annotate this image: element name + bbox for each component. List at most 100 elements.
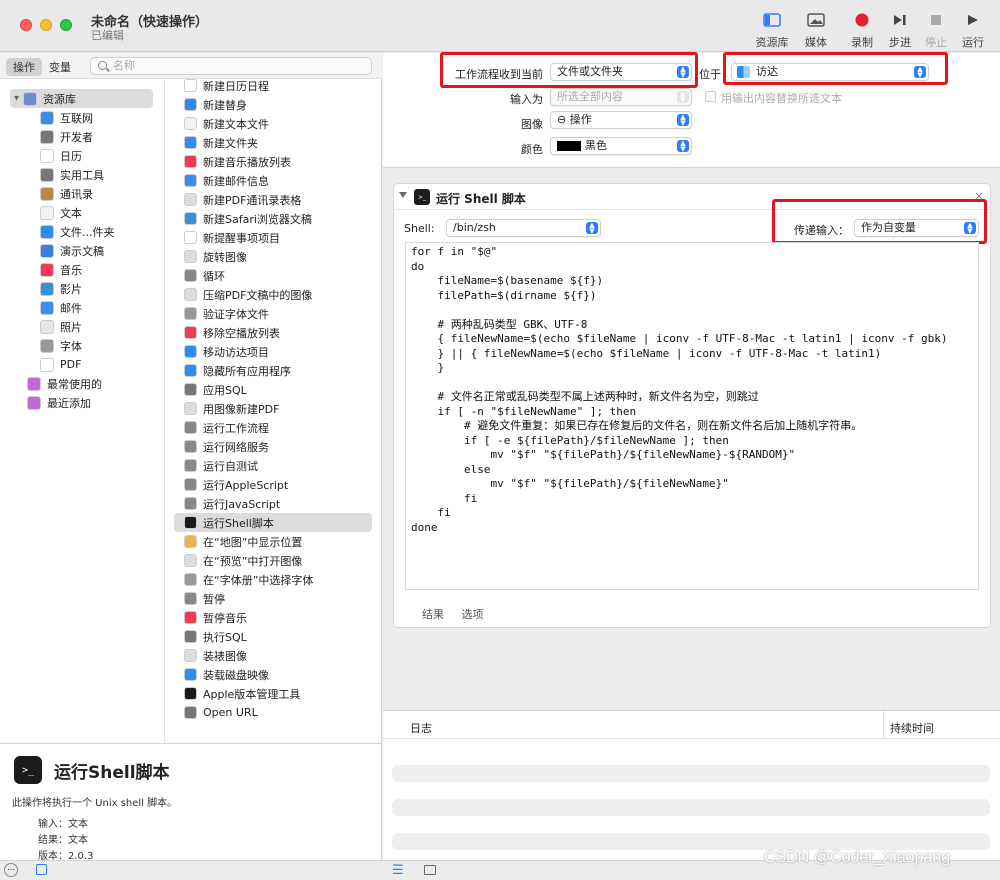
search-placeholder: 名称 xyxy=(113,59,135,72)
category-icon xyxy=(23,91,38,106)
action-icon xyxy=(184,193,197,206)
action-item[interactable]: 装载磁盘映像 xyxy=(174,665,372,684)
action-icon xyxy=(184,345,197,358)
image-select[interactable]: ⊖ 操作 ▲ ▼ xyxy=(550,111,692,129)
terminal-icon: >_ xyxy=(14,756,42,784)
minimize-button[interactable] xyxy=(40,19,52,31)
action-icon xyxy=(184,687,197,700)
log-column-header[interactable]: 日志 xyxy=(410,720,432,736)
action-item[interactable]: 旋转图像 xyxy=(174,247,372,266)
action-item[interactable]: 运行自测试 xyxy=(174,456,372,475)
action-item[interactable]: Open URL xyxy=(174,703,372,722)
action-label: 新建日历日程 xyxy=(203,79,269,93)
category-item[interactable]: 最常使用的 xyxy=(27,374,192,393)
action-label: 新建Safari浏览器文稿 xyxy=(203,212,312,226)
category-item[interactable]: 最近添加 xyxy=(27,393,192,412)
category-label: 字体 xyxy=(60,339,82,353)
action-item[interactable]: 隐藏所有应用程序 xyxy=(174,361,372,380)
script-editor[interactable]: for f in "$@" do fileName=$(basename ${f… xyxy=(405,242,979,590)
run-button[interactable]: 运行 xyxy=(951,10,995,50)
list-view-icon[interactable]: ☰ xyxy=(392,863,404,878)
action-item[interactable]: 新建PDF通讯录表格 xyxy=(174,190,372,209)
disclosure-triangle-icon[interactable]: ▾ xyxy=(14,93,19,104)
category-label: 文件...件夹 xyxy=(60,225,115,239)
tab-variables[interactable]: 变量 xyxy=(42,58,78,76)
category-icon xyxy=(27,395,41,410)
action-item[interactable]: 移除空播放列表 xyxy=(174,323,372,342)
action-label: 旋转图像 xyxy=(203,250,247,264)
image-label: 图像 xyxy=(521,118,543,131)
action-label: 暂停音乐 xyxy=(203,611,247,625)
category-icon xyxy=(40,281,54,296)
action-title: 运行 Shell 脚本 xyxy=(436,192,526,206)
library-tabs: 操作 变量 xyxy=(6,58,78,76)
category-icon xyxy=(40,186,54,201)
action-item[interactable]: 暂停 xyxy=(174,589,372,608)
action-item[interactable]: 新建Safari浏览器文稿 xyxy=(174,209,372,228)
action-icon xyxy=(184,402,197,415)
media-button[interactable]: 媒体 xyxy=(794,10,838,50)
highlight-box xyxy=(723,52,948,85)
action-item[interactable]: Apple版本管理工具 xyxy=(174,684,372,703)
action-icon xyxy=(184,516,197,529)
color-label: 颜色 xyxy=(521,143,543,156)
action-item[interactable]: 运行工作流程 xyxy=(174,418,372,437)
action-item[interactable]: 用图像新建PDF xyxy=(174,399,372,418)
input-select[interactable]: 所选全部内容 ▲ ▼ xyxy=(550,88,692,106)
library-button[interactable]: 资源库 xyxy=(750,10,794,50)
chevron-updown-icon: ▲ ▼ xyxy=(677,140,689,153)
action-item[interactable]: 装裱图像 xyxy=(174,646,372,665)
search-icon xyxy=(98,61,107,70)
tab-results[interactable]: 结果 xyxy=(422,608,444,621)
tab-actions[interactable]: 操作 xyxy=(6,58,42,76)
action-item[interactable]: 应用SQL xyxy=(174,380,372,399)
category-item[interactable]: ▾ 资源库 xyxy=(10,89,153,108)
action-icon xyxy=(184,706,197,719)
action-item[interactable]: 运行AppleScript xyxy=(174,475,372,494)
action-label: 移动访达项目 xyxy=(203,345,269,359)
media-icon xyxy=(794,10,838,30)
action-menu-icon[interactable]: ⋯ xyxy=(4,863,18,877)
action-item[interactable]: 运行网络服务 xyxy=(174,437,372,456)
action-item[interactable]: 新建文本文件 xyxy=(174,114,372,133)
action-icon xyxy=(184,592,197,605)
action-item[interactable]: 新提醒事项项目 xyxy=(174,228,372,247)
library-icon xyxy=(750,10,794,30)
action-item[interactable]: 验证字体文件 xyxy=(174,304,372,323)
action-item[interactable]: 在“字体册”中选择字体 xyxy=(174,570,372,589)
replace-checkbox[interactable] xyxy=(705,91,716,102)
close-button[interactable] xyxy=(20,19,32,31)
action-item[interactable]: 新建替身 xyxy=(174,95,372,114)
color-select[interactable]: 黑色 ▲ ▼ xyxy=(550,137,692,155)
highlight-box xyxy=(440,52,698,88)
disclosure-triangle-icon[interactable] xyxy=(399,192,407,198)
duration-column-header[interactable]: 持续时间 xyxy=(890,720,934,736)
tab-options[interactable]: 选项 xyxy=(462,608,484,621)
action-item[interactable]: 新建音乐播放列表 xyxy=(174,152,372,171)
action-item[interactable]: 执行SQL xyxy=(174,627,372,646)
action-item[interactable]: 新建邮件信息 xyxy=(174,171,372,190)
action-item[interactable]: 运行JavaScript xyxy=(174,494,372,513)
action-item[interactable]: 新建日历日程 xyxy=(174,76,372,95)
action-item[interactable]: 移动访达项目 xyxy=(174,342,372,361)
action-label: 装裱图像 xyxy=(203,649,247,663)
action-item[interactable]: 在“预览”中打开图像 xyxy=(174,551,372,570)
action-icon xyxy=(184,421,197,434)
split-view-icon[interactable] xyxy=(424,865,436,875)
action-item[interactable]: 暂停音乐 xyxy=(174,608,372,627)
zoom-button[interactable] xyxy=(60,19,72,31)
workflow-area: 工作流程收到当前 文件或文件夹 ▲ ▼ 位于 访达 ▲ ▼ 输入为 所选全部内容 ▲ ▼ 用… xyxy=(383,52,1000,860)
action-item[interactable]: 循环 xyxy=(174,266,372,285)
category-label: 资源库 xyxy=(43,92,77,106)
action-item[interactable]: 运行Shell脚本 xyxy=(174,513,372,532)
action-item[interactable]: 新建文件夹 xyxy=(174,133,372,152)
action-label: 验证字体文件 xyxy=(203,307,269,321)
action-item[interactable]: 在“地图”中显示位置 xyxy=(174,532,372,551)
action-item[interactable]: 压缩PDF文稿中的图像 xyxy=(174,285,372,304)
action-label: 隐藏所有应用程序 xyxy=(203,364,291,378)
column-divider xyxy=(883,711,884,739)
action-label: 运行AppleScript xyxy=(203,478,289,492)
shell-select[interactable]: /bin/zsh ▲ ▼ xyxy=(446,219,601,237)
category-icon xyxy=(40,300,54,315)
show-description-icon[interactable] xyxy=(36,864,47,875)
